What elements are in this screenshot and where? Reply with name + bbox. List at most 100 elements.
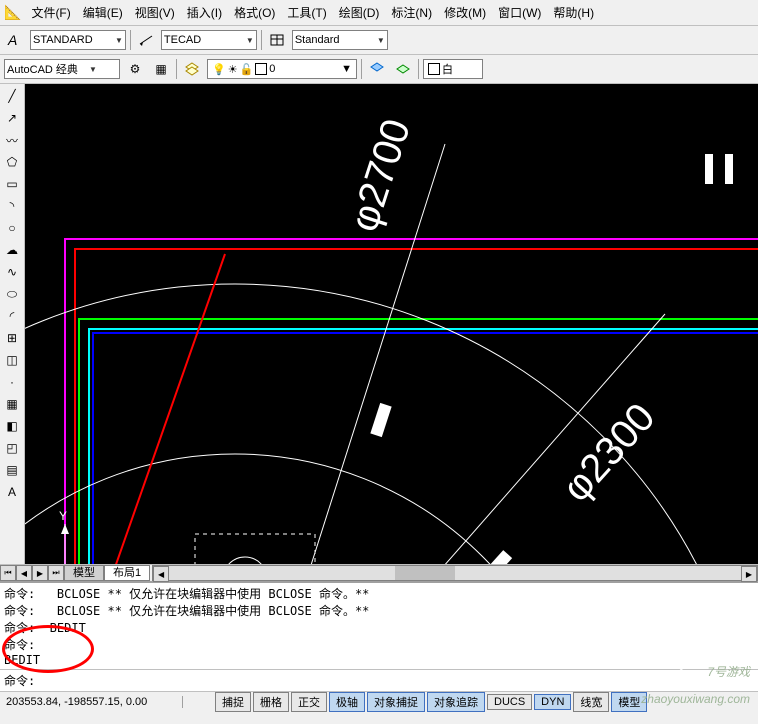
coordinates-display[interactable]: 203553.84, -198557.15, 0.00 bbox=[0, 696, 183, 708]
ellipse-icon[interactable]: ⬭ bbox=[2, 284, 22, 304]
scroll-left-icon[interactable]: ◀ bbox=[153, 566, 169, 582]
line-icon[interactable]: ╱ bbox=[2, 86, 22, 106]
status-ortho[interactable]: 正交 bbox=[291, 692, 327, 712]
command-input-row: 命令: bbox=[0, 669, 758, 691]
styles-toolbar: A STANDARD ▼ TECAD ▼ Standard ▼ bbox=[0, 26, 758, 55]
color-swatch bbox=[428, 63, 440, 75]
polygon-icon[interactable]: ⬠ bbox=[2, 152, 22, 172]
text-style-icon[interactable]: A bbox=[4, 29, 26, 51]
status-model[interactable]: 模型 bbox=[611, 692, 647, 712]
status-grid[interactable]: 栅格 bbox=[253, 692, 289, 712]
ucs-icon: X Y bbox=[59, 509, 147, 564]
status-dyn[interactable]: DYN bbox=[534, 694, 571, 710]
separator bbox=[418, 59, 419, 79]
table-style-icon[interactable] bbox=[266, 29, 288, 51]
status-snap[interactable]: 捕捉 bbox=[215, 692, 251, 712]
command-input[interactable] bbox=[35, 672, 754, 689]
workspace-toolbar: AutoCAD 经典 ▼ ⚙ ▦ 💡 ☀ 🔓 0 ▼ 白 bbox=[0, 55, 758, 84]
menu-format[interactable]: 格式(O) bbox=[232, 2, 277, 23]
tab-model[interactable]: 模型 bbox=[64, 565, 104, 581]
dim-style-value: TECAD bbox=[164, 34, 244, 46]
command-history-line: 命令: bbox=[4, 636, 754, 653]
ellipse-arc-icon[interactable]: ◜ bbox=[2, 306, 22, 326]
polyline-icon[interactable]: 〰 bbox=[2, 130, 22, 150]
spline-icon[interactable]: ∿ bbox=[2, 262, 22, 282]
layer-states-icon[interactable] bbox=[392, 58, 414, 80]
menu-view[interactable]: 视图(V) bbox=[133, 2, 177, 23]
command-history-line: 命令: BCLOSE ** 仅允许在块编辑器中使用 BCLOSE 命令。** bbox=[4, 585, 754, 602]
chevron-down-icon: ▼ bbox=[244, 36, 254, 45]
tab-next-icon[interactable]: ▶ bbox=[32, 565, 48, 581]
dim-label-2300: φ2300 bbox=[554, 395, 664, 510]
mtext-icon[interactable]: A bbox=[2, 482, 22, 502]
chevron-down-icon: ▼ bbox=[375, 36, 385, 45]
menu-window[interactable]: 窗口(W) bbox=[496, 2, 543, 23]
insert-block-icon[interactable]: ⊞ bbox=[2, 328, 22, 348]
command-history-line: 命令: BEDIT bbox=[4, 619, 754, 636]
svg-text:Y: Y bbox=[59, 509, 67, 523]
menu-dim[interactable]: 标注(N) bbox=[389, 2, 434, 23]
color-value: 白 bbox=[442, 61, 453, 77]
command-history: 命令: BCLOSE ** 仅允许在块编辑器中使用 BCLOSE 命令。** 命… bbox=[0, 581, 758, 669]
tab-prev-icon[interactable]: ◀ bbox=[16, 565, 32, 581]
scroll-right-icon[interactable]: ▶ bbox=[741, 566, 757, 582]
draw-toolbar: ╱ ↗ 〰 ⬠ ▭ ◝ ○ ☁ ∿ ⬭ ◜ ⊞ ◫ · ▦ ◧ ◰ ▤ A bbox=[0, 84, 25, 564]
dim-label-2700: φ2700 bbox=[342, 114, 419, 237]
construction-line-icon[interactable]: ↗ bbox=[2, 108, 22, 128]
drawing-svg: φ2700 φ2300 X Y bbox=[25, 84, 758, 564]
drawing-canvas[interactable]: φ2700 φ2300 X Y bbox=[25, 84, 758, 564]
scrollbar-thumb[interactable] bbox=[395, 566, 455, 580]
layout-tabs-bar: ⏮ ◀ ▶ ⏭ 模型 布局1 ◀ ▶ bbox=[0, 564, 758, 581]
rectangle-icon[interactable]: ▭ bbox=[2, 174, 22, 194]
menu-help[interactable]: 帮助(H) bbox=[551, 2, 596, 23]
separator bbox=[130, 30, 131, 50]
workspace-toggle-icon[interactable]: ▦ bbox=[150, 58, 172, 80]
color-dropdown[interactable]: 白 bbox=[423, 59, 483, 79]
menu-edit[interactable]: 编辑(E) bbox=[81, 2, 125, 23]
dim-style-dropdown[interactable]: TECAD ▼ bbox=[161, 30, 257, 50]
workspace-value: AutoCAD 经典 bbox=[7, 61, 87, 77]
hatch-icon[interactable]: ▦ bbox=[2, 394, 22, 414]
menu-modify[interactable]: 修改(M) bbox=[442, 2, 488, 23]
table-style-value: Standard bbox=[295, 34, 375, 46]
table-icon[interactable]: ▤ bbox=[2, 460, 22, 480]
workspace-settings-icon[interactable]: ⚙ bbox=[124, 58, 146, 80]
circle-icon[interactable]: ○ bbox=[2, 218, 22, 238]
sun-icon: ☀ bbox=[228, 63, 238, 76]
layer-manager-icon[interactable] bbox=[181, 58, 203, 80]
status-ducs[interactable]: DUCS bbox=[487, 694, 532, 710]
menu-tools[interactable]: 工具(T) bbox=[285, 2, 328, 23]
command-history-line: 命令: BCLOSE ** 仅允许在块编辑器中使用 BCLOSE 命令。** bbox=[4, 602, 754, 619]
arc-icon[interactable]: ◝ bbox=[2, 196, 22, 216]
gradient-icon[interactable]: ◧ bbox=[2, 416, 22, 436]
tab-first-icon[interactable]: ⏮ bbox=[0, 565, 16, 581]
tab-last-icon[interactable]: ⏭ bbox=[48, 565, 64, 581]
make-block-icon[interactable]: ◫ bbox=[2, 350, 22, 370]
lightbulb-icon: 💡 bbox=[212, 63, 226, 76]
menu-bar: 📐 文件(F) 编辑(E) 视图(V) 插入(I) 格式(O) 工具(T) 绘图… bbox=[0, 0, 758, 26]
horizontal-scrollbar[interactable]: ◀ ▶ bbox=[152, 565, 758, 581]
point-icon[interactable]: · bbox=[2, 372, 22, 392]
revcloud-icon[interactable]: ☁ bbox=[2, 240, 22, 260]
layer-dropdown[interactable]: 💡 ☀ 🔓 0 ▼ bbox=[207, 59, 357, 79]
status-otrack[interactable]: 对象追踪 bbox=[427, 692, 485, 712]
layer-previous-icon[interactable] bbox=[366, 58, 388, 80]
chevron-down-icon: ▼ bbox=[87, 65, 97, 74]
menu-draw[interactable]: 绘图(D) bbox=[337, 2, 382, 23]
region-icon[interactable]: ◰ bbox=[2, 438, 22, 458]
text-style-dropdown[interactable]: STANDARD ▼ bbox=[30, 30, 126, 50]
status-lwt[interactable]: 线宽 bbox=[573, 692, 609, 712]
table-style-dropdown[interactable]: Standard ▼ bbox=[292, 30, 388, 50]
tab-layout1[interactable]: 布局1 bbox=[104, 565, 150, 581]
text-style-value: STANDARD bbox=[33, 34, 113, 46]
menu-insert[interactable]: 插入(I) bbox=[185, 2, 224, 23]
status-osnap[interactable]: 对象捕捉 bbox=[367, 692, 425, 712]
separator bbox=[261, 30, 262, 50]
dim-style-icon[interactable] bbox=[135, 29, 157, 51]
status-polar[interactable]: 极轴 bbox=[329, 692, 365, 712]
workspace-dropdown[interactable]: AutoCAD 经典 ▼ bbox=[4, 59, 120, 79]
command-history-line: BEDIT bbox=[4, 653, 754, 667]
lock-icon: 🔓 bbox=[240, 63, 254, 76]
menu-file[interactable]: 文件(F) bbox=[29, 2, 72, 23]
separator bbox=[361, 59, 362, 79]
